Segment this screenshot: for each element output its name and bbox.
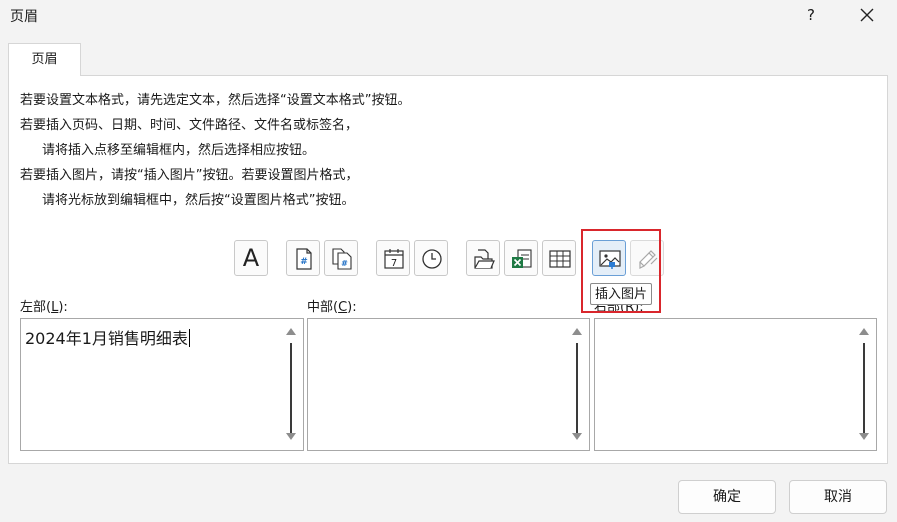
- insert-picture-button[interactable]: [592, 240, 626, 276]
- calendar-icon: 7: [384, 249, 404, 269]
- scroll-down-icon[interactable]: [572, 433, 582, 440]
- scroll-up-icon[interactable]: [286, 328, 296, 335]
- page-count-icon: #: [332, 248, 352, 270]
- close-button[interactable]: [850, 2, 884, 28]
- format-picture-button[interactable]: [630, 240, 664, 276]
- insert-date-button[interactable]: 7: [376, 240, 410, 276]
- scroll-up-icon[interactable]: [859, 328, 869, 335]
- instruction-line-2: 若要插入页码、日期、时间、文件路径、文件名或标签名，: [20, 118, 359, 133]
- help-button[interactable]: ?: [796, 2, 826, 28]
- insert-sheet-name-button[interactable]: [542, 240, 576, 276]
- center-section-edit[interactable]: [307, 318, 590, 451]
- center-scrollbar[interactable]: [567, 319, 589, 450]
- insert-time-button[interactable]: [414, 240, 448, 276]
- clock-icon: [422, 249, 442, 269]
- scroll-down-icon[interactable]: [286, 433, 296, 440]
- insert-page-count-button[interactable]: #: [324, 240, 358, 276]
- close-icon: [860, 8, 874, 22]
- scroll-up-icon[interactable]: [572, 328, 582, 335]
- instruction-line-1: 若要设置文本格式，请先选定文本，然后选择“设置文本格式”按钮。: [20, 93, 411, 108]
- right-section-edit[interactable]: [594, 318, 877, 451]
- folder-open-icon: [474, 249, 495, 269]
- center-section-label: 中部(C):: [307, 300, 357, 315]
- scroll-down-icon[interactable]: [859, 433, 869, 440]
- cancel-button[interactable]: 取消: [789, 480, 887, 514]
- page-number-icon: #: [296, 248, 312, 270]
- left-section-edit[interactable]: 2024年1月销售明细表: [20, 318, 304, 451]
- picture-icon: [599, 250, 621, 269]
- scroll-thumb[interactable]: [576, 343, 578, 438]
- left-section-text: 2024年1月销售明细表: [25, 329, 190, 348]
- svg-text:#: #: [300, 257, 308, 267]
- window-title: 页眉: [10, 9, 38, 25]
- title-bar: 页眉 ?: [0, 0, 897, 32]
- left-scrollbar[interactable]: [281, 319, 303, 450]
- insert-file-path-button[interactable]: [466, 240, 500, 276]
- instruction-line-5: 请将光标放到编辑框中，然后按“设置图片格式”按钮。: [42, 193, 355, 208]
- left-section-label: 左部(L):: [20, 300, 68, 315]
- instruction-line-4: 若要插入图片，请按“插入图片”按钮。若要设置图片格式，: [20, 168, 359, 183]
- insert-picture-tooltip: 插入图片: [590, 283, 653, 305]
- ok-button[interactable]: 确定: [678, 480, 776, 514]
- sheet-tab-icon: [549, 250, 571, 268]
- format-text-button[interactable]: A: [234, 240, 268, 276]
- instruction-line-3: 请将插入点移至编辑框内，然后选择相应按钮。: [42, 143, 316, 158]
- svg-text:7: 7: [391, 258, 397, 269]
- svg-text:#: #: [341, 259, 348, 268]
- insert-page-number-button[interactable]: #: [286, 240, 320, 276]
- insert-file-name-button[interactable]: [504, 240, 538, 276]
- format-picture-icon: [639, 250, 658, 269]
- scroll-thumb[interactable]: [290, 343, 292, 438]
- excel-file-icon: [512, 249, 532, 268]
- right-scrollbar[interactable]: [854, 319, 876, 450]
- tab-header[interactable]: 页眉: [8, 43, 81, 76]
- scroll-thumb[interactable]: [863, 343, 865, 438]
- text-caret: [188, 329, 190, 347]
